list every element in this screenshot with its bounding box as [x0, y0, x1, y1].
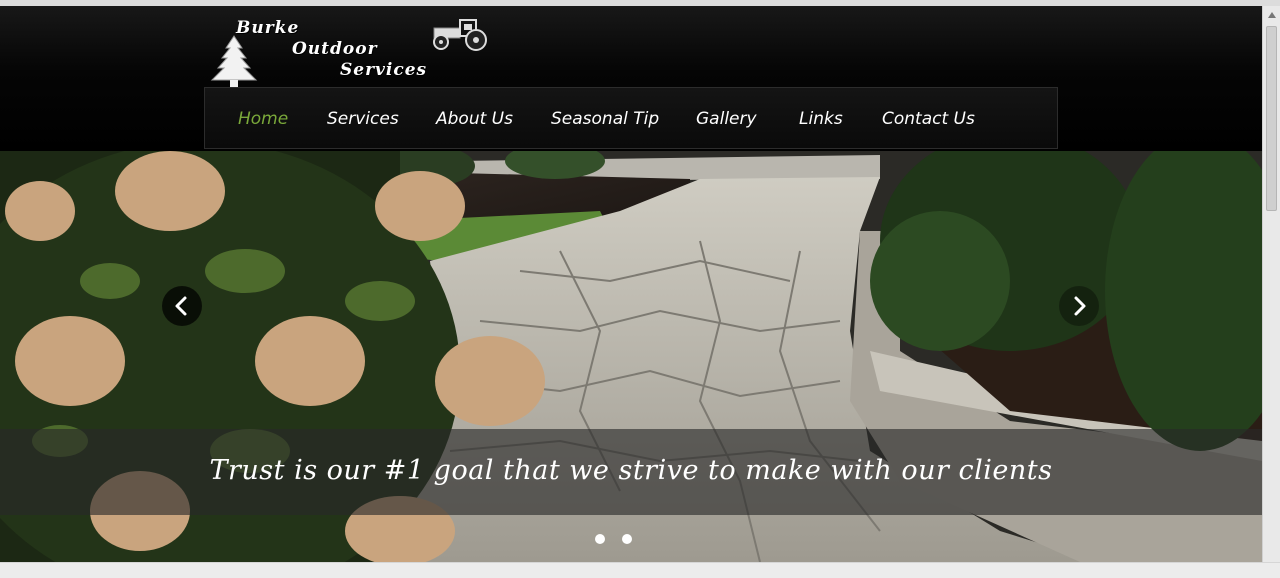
nav-item-about-us[interactable]: About Us [436, 88, 513, 150]
site-header: Burke Outdoor Services Home Services Abo… [0, 6, 1262, 151]
scrollbar-thumb[interactable] [1266, 26, 1277, 211]
browser-bottom-strip [0, 562, 1280, 578]
carousel-caption-band: Trust is our #1 goal that we strive to m… [0, 429, 1262, 515]
logo-line-burke: Burke [236, 18, 300, 38]
page: Burke Outdoor Services Home Services Abo… [0, 6, 1262, 562]
main-navigation: Home Services About Us Seasonal Tip Gall… [204, 87, 1058, 149]
logo-line-outdoor: Outdoor [292, 39, 378, 59]
nav-item-contact-us[interactable]: Contact Us [882, 88, 975, 150]
carousel-caption: Trust is our #1 goal that we strive to m… [209, 455, 1053, 486]
nav-item-seasonal-tip[interactable]: Seasonal Tip [551, 88, 659, 150]
logo-line-services: Services [340, 60, 428, 80]
scroll-up-arrow-icon[interactable] [1267, 11, 1277, 19]
nav-item-home[interactable]: Home [238, 88, 288, 150]
carousel-indicator-2[interactable] [622, 534, 632, 544]
carousel-indicator-1[interactable] [595, 534, 605, 544]
nav-item-links[interactable]: Links [799, 88, 843, 150]
vertical-scrollbar[interactable] [1262, 6, 1280, 562]
tractor-icon [433, 19, 487, 51]
nav-item-gallery[interactable]: Gallery [696, 88, 757, 150]
site-logo[interactable]: Burke Outdoor Services [206, 14, 496, 90]
carousel-next-button[interactable] [1059, 286, 1099, 326]
chevron-right-icon [1074, 296, 1086, 316]
chevron-left-icon [175, 296, 187, 316]
pine-tree-icon [210, 35, 258, 88]
carousel-prev-button[interactable] [162, 286, 202, 326]
nav-item-services[interactable]: Services [327, 88, 399, 150]
hero-carousel: Trust is our #1 goal that we strive to m… [0, 151, 1262, 562]
